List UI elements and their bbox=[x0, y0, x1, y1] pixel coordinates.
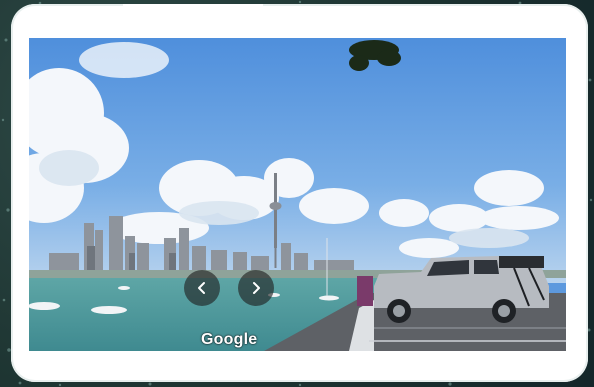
previous-image-button[interactable] bbox=[184, 270, 220, 306]
google-attribution: Google bbox=[201, 331, 258, 348]
street-view-viewer[interactable] bbox=[29, 38, 566, 351]
card-notch bbox=[123, 4, 263, 12]
chevron-right-icon bbox=[253, 282, 260, 294]
next-image-button[interactable] bbox=[238, 270, 274, 306]
chevron-left-icon bbox=[198, 282, 205, 294]
street-view-image bbox=[29, 38, 566, 351]
